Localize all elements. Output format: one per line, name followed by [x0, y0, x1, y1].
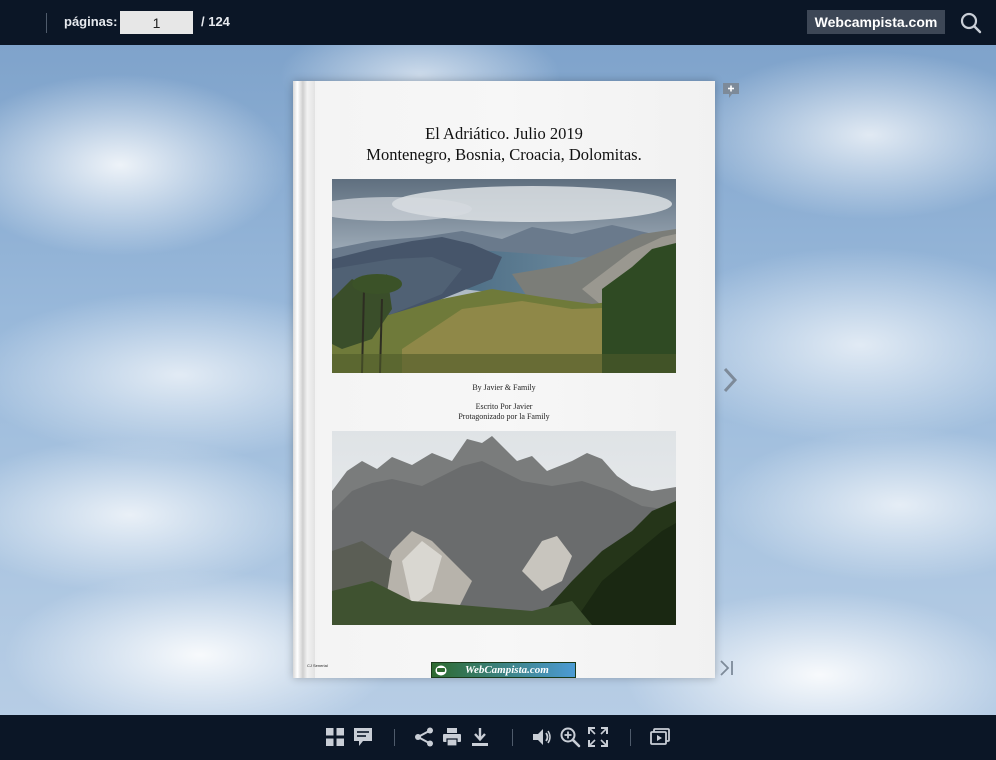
last-page-button[interactable]	[718, 659, 736, 677]
document-title: El Adriático. Julio 2019 Montenegro, Bos…	[293, 123, 715, 165]
slideshow-button[interactable]	[649, 726, 671, 748]
print-button[interactable]	[441, 726, 463, 748]
toolbar-divider	[394, 729, 395, 746]
comment-plus-icon	[723, 83, 739, 98]
share-button[interactable]	[413, 726, 435, 748]
next-page-button[interactable]	[719, 366, 741, 394]
document-title-line2: Montenegro, Bosnia, Croacia, Dolomitas.	[366, 145, 642, 164]
top-bar: páginas: / 124 Webcampista.com	[0, 0, 996, 45]
document-title-line1: El Adriático. Julio 2019	[425, 124, 583, 143]
fullscreen-button[interactable]	[587, 726, 609, 748]
written-by: Escrito Por Javier	[475, 402, 533, 411]
webcampista-logo-banner: WebCampista.com	[431, 662, 576, 678]
download-button[interactable]	[469, 726, 491, 748]
campervan-logo-icon	[435, 665, 447, 675]
starring-line: Protagonizado por la Family	[458, 412, 550, 421]
bay-of-kotor-photo	[332, 179, 676, 373]
page-footnote: CJ Senerial	[307, 663, 328, 668]
dolomites-photo	[332, 431, 676, 625]
zoom-in-icon	[560, 727, 581, 748]
add-comment-button[interactable]	[722, 82, 740, 100]
page-total: / 124	[201, 14, 230, 29]
by-line: By Javier & Family	[472, 383, 536, 392]
print-icon	[443, 728, 461, 747]
slideshow-icon	[650, 728, 670, 745]
logo-text: WebCampista.com	[465, 664, 549, 676]
thumbnails-button[interactable]	[324, 726, 346, 748]
search-icon	[960, 12, 982, 34]
notes-icon	[354, 728, 372, 746]
search-button[interactable]	[958, 10, 984, 36]
download-icon	[472, 728, 488, 746]
toolbar-divider	[512, 729, 513, 746]
toolbar-divider	[630, 729, 631, 746]
fullscreen-icon	[588, 727, 608, 747]
thumbnails-icon	[326, 728, 344, 746]
zoom-in-button[interactable]	[559, 726, 581, 748]
sound-icon	[533, 729, 551, 745]
bottom-toolbar	[0, 715, 996, 760]
page-spine	[293, 81, 315, 678]
webcampista-link-button[interactable]: Webcampista.com	[807, 10, 945, 34]
chevron-right-icon	[723, 367, 738, 393]
sound-button[interactable]	[531, 726, 553, 748]
top-bar-divider	[46, 13, 47, 33]
skip-to-end-icon	[720, 660, 733, 676]
share-icon	[415, 727, 433, 747]
pages-label: páginas:	[64, 14, 118, 29]
flipbook-page[interactable]: El Adriático. Julio 2019 Montenegro, Bos…	[293, 81, 715, 678]
notes-button[interactable]	[352, 726, 374, 748]
page-number-input[interactable]	[120, 11, 193, 34]
